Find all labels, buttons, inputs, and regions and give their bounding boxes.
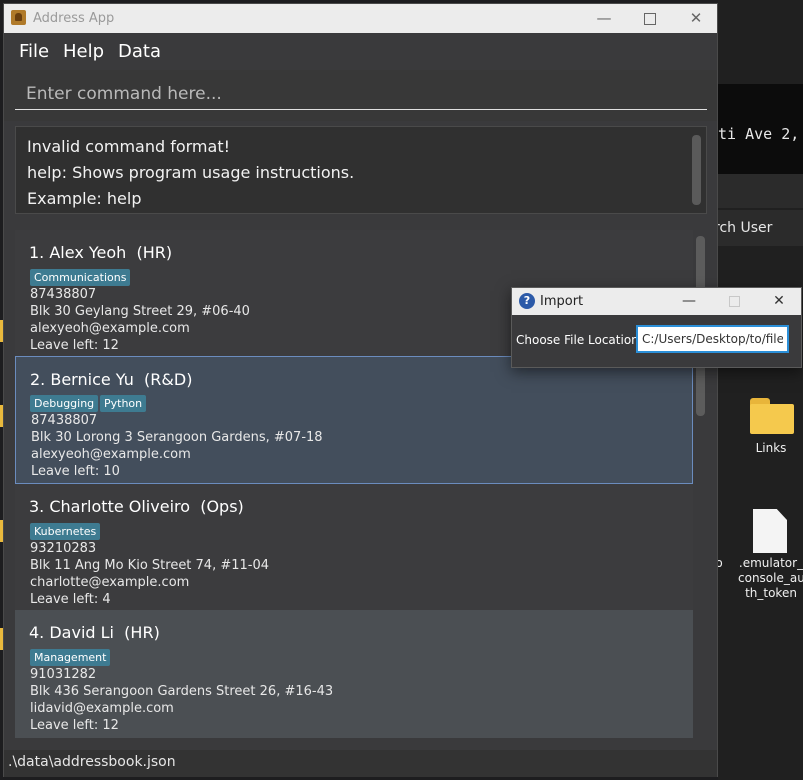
person-card[interactable]: 3. Charlotte Oliveiro (Ops) Kubernetes 9…: [15, 484, 693, 610]
import-dialog-titlebar[interactable]: ? Import — ✕: [512, 288, 801, 315]
result-line: Invalid command format!: [27, 137, 231, 156]
help-icon: ?: [519, 293, 535, 309]
person-name: 4. David Li (HR): [29, 623, 160, 642]
person-address: Blk 30 Geylang Street 29, #06-40: [30, 304, 250, 319]
dialog-close-button[interactable]: ✕: [757, 288, 801, 315]
command-box: [4, 70, 717, 121]
person-address: Blk 30 Lorong 3 Serangoon Gardens, #07-1…: [31, 430, 323, 445]
person-phone: 87438807: [30, 287, 97, 302]
background-toolbar: [718, 174, 803, 208]
person-leave: Leave left: 12: [30, 718, 119, 733]
maximize-button[interactable]: [627, 4, 673, 33]
menu-bar: File Help Data: [4, 33, 717, 71]
import-dialog-title: Import: [540, 294, 584, 309]
result-line: Example: help: [27, 189, 142, 208]
emulator-file-label: .emulator_ console_au th_token: [738, 556, 803, 600]
dialog-maximize-button[interactable]: [712, 288, 756, 315]
links-folder-icon[interactable]: [750, 398, 794, 434]
background-search-button[interactable]: rch User: [718, 210, 803, 246]
save-location-text: .\data\addressbook.json: [8, 754, 176, 770]
close-button[interactable]: ✕: [673, 4, 719, 33]
window-title: Address App: [33, 11, 115, 26]
menu-file[interactable]: File: [19, 33, 49, 70]
person-address: Blk 436 Serangoon Gardens Street 26, #16…: [30, 684, 334, 699]
person-phone: 93210283: [30, 541, 97, 556]
command-input[interactable]: [15, 78, 707, 110]
person-email: alexyeoh@example.com: [31, 447, 191, 462]
result-scrollbar[interactable]: [692, 135, 701, 205]
person-name: 3. Charlotte Oliveiro (Ops): [29, 497, 244, 516]
person-name: 2. Bernice Yu (R&D): [30, 370, 193, 389]
person-card-selected[interactable]: 2. Bernice Yu (R&D) Debugging Python 874…: [15, 356, 693, 484]
address-app-window: Address App — ✕ File Help Data Invalid c…: [3, 3, 718, 777]
terminal-text: ti Ave 2,: [718, 125, 800, 143]
file-location-input[interactable]: [636, 325, 789, 353]
menu-help[interactable]: Help: [63, 33, 104, 70]
file-location-label: Choose File Location:: [516, 333, 643, 347]
tag-badge: Python: [100, 395, 147, 412]
person-name: 1. Alex Yeoh (HR): [29, 243, 173, 262]
person-email: alexyeoh@example.com: [30, 321, 190, 336]
person-card[interactable]: 4. David Li (HR) Management 91031282 Blk…: [15, 610, 693, 738]
minimize-button[interactable]: —: [581, 4, 627, 33]
person-email: charlotte@example.com: [30, 575, 190, 590]
status-bar: .\data\addressbook.json: [4, 750, 717, 777]
import-dialog: ? Import — ✕ Choose File Location:: [511, 287, 802, 368]
links-label: Links: [755, 441, 787, 455]
person-leave: Leave left: 4: [30, 592, 111, 607]
result-line: help: Shows program usage instructions.: [27, 163, 355, 182]
person-phone: 87438807: [31, 413, 98, 428]
person-phone: 91031282: [30, 667, 97, 682]
tag-badge: Communications: [30, 269, 131, 286]
result-display: Invalid command format! help: Shows prog…: [15, 126, 707, 214]
tag-badge: Debugging: [30, 395, 99, 412]
dialog-minimize-button[interactable]: —: [667, 288, 711, 315]
tag-badge: Kubernetes: [30, 523, 101, 540]
tag-badge: Management: [30, 649, 111, 666]
person-address: Blk 11 Ang Mo Kio Street 74, #11-04: [30, 558, 270, 573]
person-leave: Leave left: 10: [31, 464, 120, 479]
app-icon: [11, 10, 26, 25]
person-leave: Leave left: 12: [30, 338, 119, 353]
menu-data[interactable]: Data: [118, 33, 161, 70]
file-icon[interactable]: [753, 509, 787, 553]
person-email: lidavid@example.com: [30, 701, 174, 716]
title-bar[interactable]: Address App — ✕: [4, 4, 717, 33]
